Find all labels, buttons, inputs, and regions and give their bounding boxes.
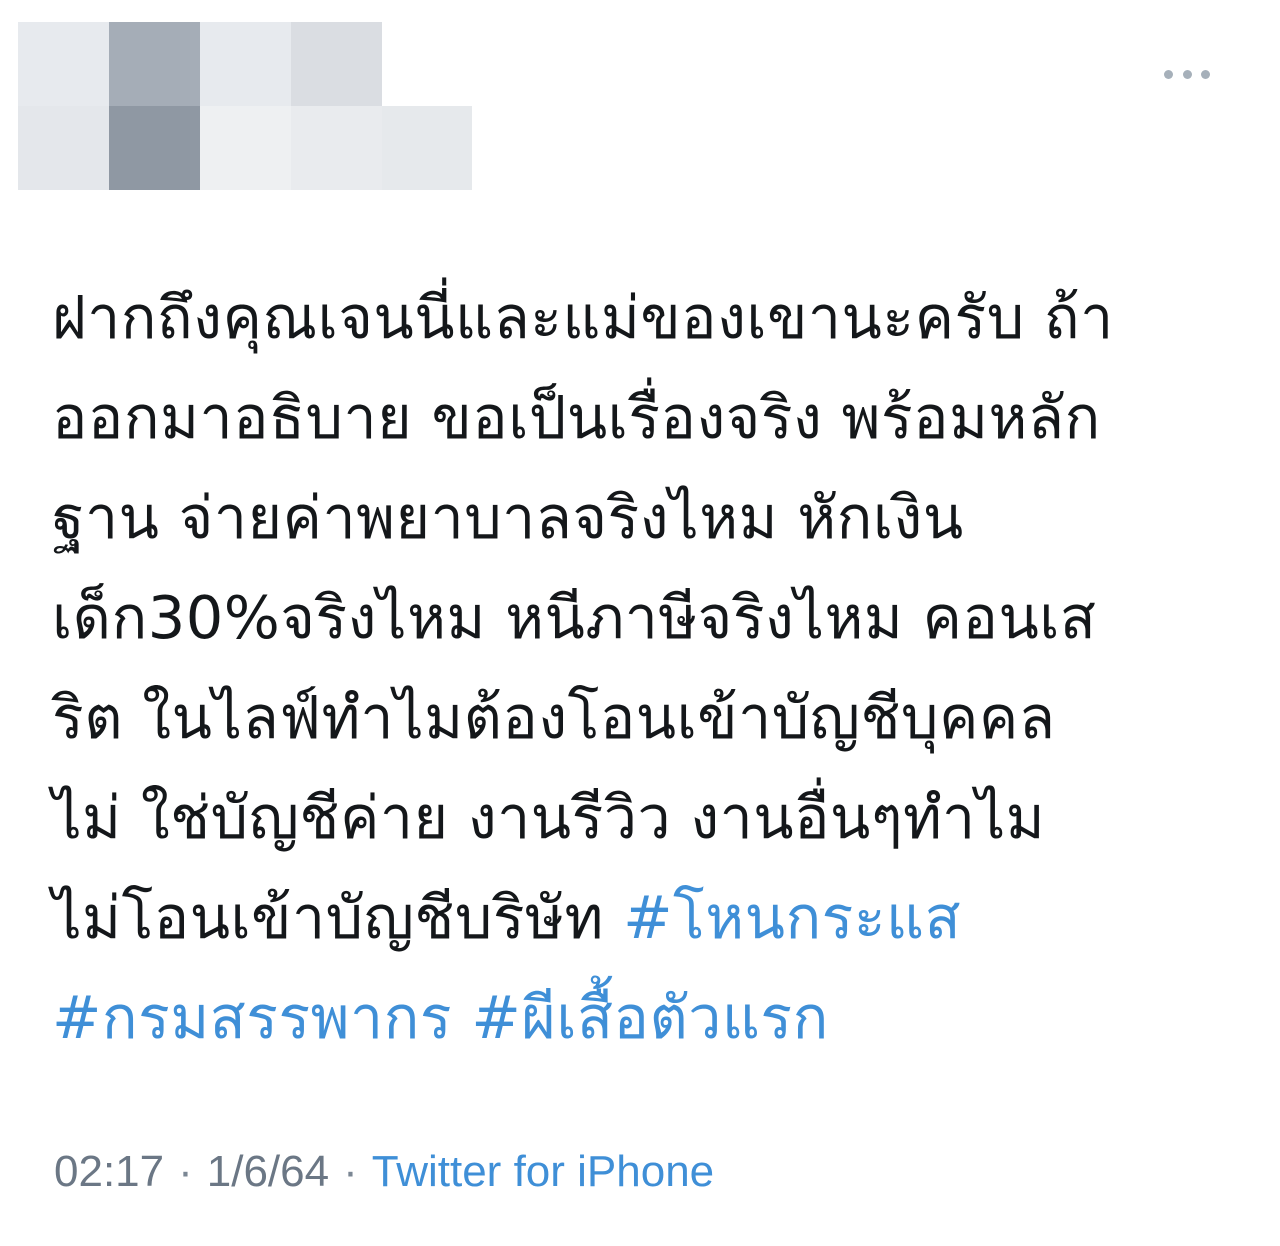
tweet-line: เด็ก30%จริงไหม หนีภาษีจริงไหม คอนเส — [52, 568, 1242, 668]
blur-block — [18, 106, 109, 190]
blur-block — [291, 22, 382, 106]
tweet-line: #กรมสรรพากร #ผีเสื้อตัวแรก — [52, 968, 1242, 1068]
tweet-text-segment: ฐาน จ่ายค่าพยาบาลจริงไหม หักเงิน — [52, 483, 964, 552]
meta-separator: · — [178, 1147, 193, 1196]
tweet-line: ริต ในไลฟ์ทำไมต้องโอนเข้าบัญชีบุคคล — [52, 668, 1242, 768]
meta-separator: · — [343, 1147, 358, 1196]
tweet-meta: 02:17 · 1/6/64 · Twitter for iPhone — [54, 1142, 714, 1202]
tweet-text-segment: ฝากถึงคุณเจนนี่และแม่ของเขานะครับ ถ้า — [52, 283, 1114, 352]
blur-block — [200, 106, 291, 190]
tweet-text-segment: ออกมาอธิบาย ขอเป็นเรื่องจริง พร้อมหลัก — [52, 383, 1101, 452]
hashtag-link[interactable]: #ผีเสื้อตัวแรก — [471, 983, 829, 1052]
tweet-text-segment: เด็ก30%จริงไหม หนีภาษีจริงไหม คอนเส — [52, 583, 1097, 652]
blur-block — [200, 22, 291, 106]
tweet-line: ออกมาอธิบาย ขอเป็นเรื่องจริง พร้อมหลัก — [52, 368, 1242, 468]
more-horizontal-icon-dot — [1201, 69, 1210, 79]
tweet-source-link[interactable]: Twitter for iPhone — [372, 1147, 714, 1196]
hashtag-link[interactable]: #กรมสรรพากร — [52, 983, 452, 1052]
blur-block — [109, 22, 200, 106]
hashtag-link[interactable]: #โหนกระแส — [623, 883, 961, 952]
blur-block — [18, 22, 109, 106]
more-horizontal-icon-dot — [1182, 69, 1192, 79]
more-horizontal-icon — [1164, 69, 1173, 79]
tweet-time[interactable]: 02:17 — [54, 1147, 164, 1196]
tweet-text-segment: ริต ในไลฟ์ทำไมต้องโอนเข้าบัญชีบุคคล — [52, 683, 1056, 752]
blur-block — [109, 106, 200, 190]
more-options-button[interactable] — [1164, 60, 1210, 88]
blur-block — [291, 106, 382, 190]
tweet-line: ฝากถึงคุณเจนนี่และแม่ของเขานะครับ ถ้า — [52, 268, 1242, 368]
tweet-text-segment — [452, 983, 471, 1052]
tweet-text-segment: ไม่โอนเข้าบัญชีบริษัท — [52, 883, 624, 952]
tweet-line: ไม่ ใช่บัญชีค่าย งานรีวิว งานอื่นๆทำไม — [52, 768, 1242, 868]
tweet-date[interactable]: 1/6/64 — [207, 1147, 329, 1196]
tweet-line: ไม่โอนเข้าบัญชีบริษัท #โหนกระแส — [52, 868, 1242, 968]
tweet-line: ฐาน จ่ายค่าพยาบาลจริงไหม หักเงิน — [52, 468, 1242, 568]
redacted-user-header — [18, 22, 472, 190]
tweet-text-segment: ไม่ ใช่บัญชีค่าย งานรีวิว งานอื่นๆทำไม — [52, 783, 1046, 852]
tweet-text: ฝากถึงคุณเจนนี่และแม่ของเขานะครับ ถ้าออก… — [52, 268, 1242, 1068]
blur-block — [382, 106, 472, 190]
